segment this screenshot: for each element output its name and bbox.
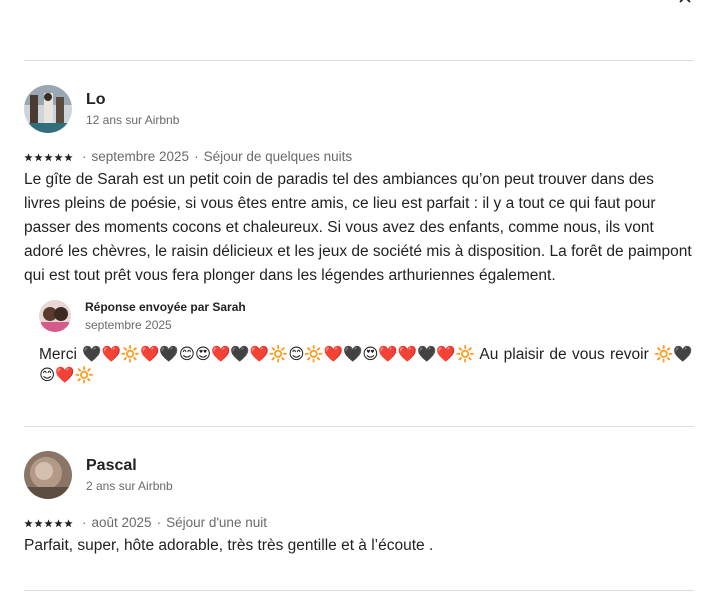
- review-meta: · septembre 2025 · Séjour de quelques nu…: [24, 148, 694, 166]
- reviewer-avatar[interactable]: [24, 85, 72, 133]
- response-author: Réponse envoyée par Sarah: [85, 300, 246, 314]
- reviewer-header: Pascal 2 ans sur Airbnb: [24, 451, 694, 499]
- stay-length: Séjour d'une nuit: [166, 515, 267, 530]
- review-date: septembre 2025: [91, 149, 190, 164]
- star-icon: [64, 518, 73, 527]
- star-icon: [24, 152, 33, 161]
- separator-dot: ·: [82, 515, 87, 530]
- response-text: Merci 🖤❤️🔆❤️🖤😊😍❤️🖤❤️🔆😊🔆❤️🖤😍❤️❤️🖤❤️🔆 Au p…: [39, 346, 693, 384]
- reviewer-avatar[interactable]: [24, 451, 72, 499]
- close-button[interactable]: [674, 0, 698, 10]
- member-since: 12 ans sur Airbnb: [86, 113, 180, 127]
- separator-dot: ·: [194, 149, 199, 164]
- star-icon: [34, 152, 43, 161]
- review-date: août 2025: [91, 515, 152, 530]
- divider: [24, 590, 694, 591]
- star-rating: [24, 518, 73, 528]
- review-item: Pascal 2 ans sur Airbnb · août 2025 · Sé…: [24, 451, 694, 558]
- star-icon: [44, 152, 53, 161]
- reviewer-name: Pascal: [86, 457, 137, 474]
- divider: [24, 426, 694, 427]
- separator-dot: ·: [156, 515, 162, 530]
- star-icon: [54, 152, 63, 161]
- stay-length: Séjour de quelques nuits: [203, 149, 353, 164]
- review-meta: · août 2025 · Séjour d'une nuit: [24, 514, 694, 532]
- reviewer-header: Lo 12 ans sur Airbnb: [24, 85, 694, 133]
- review-text: Parfait, super, hôte adorable, très très…: [24, 537, 434, 554]
- close-icon: [679, 0, 691, 3]
- star-icon: [24, 518, 33, 527]
- host-avatar[interactable]: [39, 300, 71, 332]
- star-icon: [54, 518, 63, 527]
- star-icon: [44, 518, 53, 527]
- host-response: Réponse envoyée par Sarah septembre 2025…: [39, 299, 694, 386]
- divider: [24, 60, 694, 61]
- review-text: Le gîte de Sarah est un petit coin de pa…: [24, 171, 692, 284]
- star-icon: [64, 152, 73, 161]
- star-rating: [24, 152, 73, 162]
- star-icon: [34, 518, 43, 527]
- separator-dot: ·: [82, 149, 87, 164]
- review-item: Lo 12 ans sur Airbnb · septembre 2025 · …: [24, 85, 694, 386]
- response-date: septembre 2025: [85, 318, 172, 332]
- reviewer-name: Lo: [86, 91, 106, 108]
- member-since: 2 ans sur Airbnb: [86, 479, 173, 493]
